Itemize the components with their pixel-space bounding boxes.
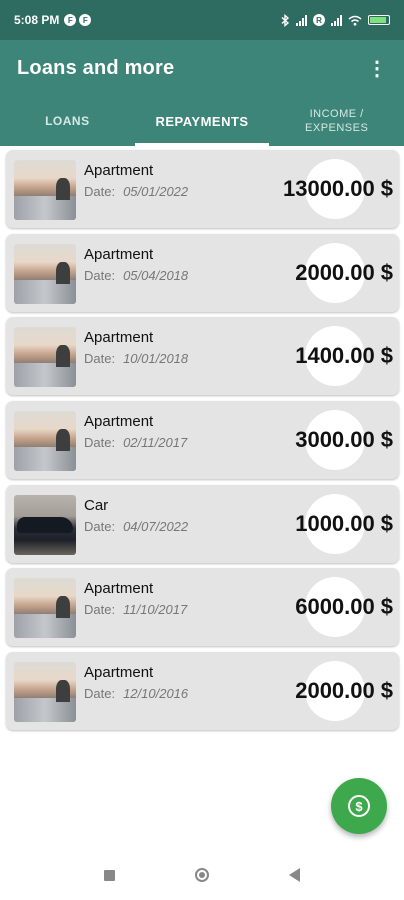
item-amount: 3000.00 $ — [295, 427, 393, 453]
signal-icon — [296, 14, 307, 26]
tab-bar: LOANS REPAYMENTS INCOME / EXPENSES — [0, 96, 404, 146]
item-amount: 13000.00 $ — [282, 176, 393, 201]
tab-loans-label: LOANS — [45, 114, 90, 128]
battery-icon — [368, 15, 390, 25]
home-icon[interactable] — [195, 868, 209, 882]
item-amount: 1000.00 $ — [295, 510, 393, 536]
item-amount: 6000.00 $ — [295, 594, 393, 620]
notification-icons: F F — [64, 14, 92, 26]
app-title: Loans and more — [17, 56, 175, 79]
repayment-card[interactable]: Apartment Date: 05/01/2022 13000.00 $ — [6, 150, 399, 228]
notification-f-icon: F — [79, 14, 92, 26]
item-date: Date: 02/11/2017 — [84, 435, 188, 451]
apartment-thumbnail — [14, 160, 76, 220]
overflow-menu-icon[interactable]: ⋮ — [367, 56, 387, 81]
repayment-card[interactable]: Apartment Date: 12/10/2016 2000.00 $ — [6, 652, 399, 731]
item-date: Date: 05/04/2018 — [84, 267, 189, 283]
tab-income-expenses-label: INCOME / EXPENSES — [305, 108, 369, 134]
item-name: Apartment — [84, 413, 154, 431]
dollar-icon: $ — [348, 795, 370, 817]
signal-icon — [331, 14, 342, 26]
item-amount: 1400.00 $ — [295, 343, 393, 369]
item-amount: 2000.00 $ — [295, 259, 393, 285]
item-name: Apartment — [84, 664, 154, 682]
repayment-card[interactable]: Apartment Date: 11/10/2017 6000.00 $ — [6, 568, 399, 647]
tab-income-expenses[interactable]: INCOME / EXPENSES — [269, 96, 404, 146]
apartment-thumbnail — [14, 411, 76, 472]
system-nav-bar — [0, 850, 404, 900]
item-name: Apartment — [84, 329, 154, 347]
wifi-icon — [348, 15, 362, 26]
tab-loans[interactable]: LOANS — [0, 96, 135, 146]
apartment-thumbnail — [14, 662, 76, 723]
item-date: Date: 05/01/2022 — [84, 184, 189, 199]
item-date: Date: 12/10/2016 — [84, 686, 189, 702]
apartment-thumbnail — [14, 327, 76, 388]
repayment-card[interactable]: Apartment Date: 10/01/2018 1400.00 $ — [6, 317, 399, 396]
r-icon: R — [313, 14, 325, 26]
car-thumbnail — [14, 494, 76, 555]
repayment-card[interactable]: Car Date: 04/07/2022 1000.00 $ — [6, 484, 399, 563]
repayment-card[interactable]: Apartment Date: 05/04/2018 2000.00 $ — [6, 233, 399, 312]
recents-icon[interactable] — [104, 869, 115, 881]
notification-f-icon: F — [64, 14, 77, 26]
add-repayment-button[interactable]: $ — [331, 778, 387, 834]
status-time: 5:08 PM — [14, 13, 60, 27]
repayment-list: Apartment Date: 05/01/2022 13000.00 $ Apar… — [6, 150, 399, 736]
item-name: Apartment — [84, 580, 154, 598]
item-amount: 2000.00 $ — [295, 678, 393, 704]
back-icon[interactable] — [289, 868, 300, 882]
apartment-thumbnail — [14, 243, 76, 304]
apartment-thumbnail — [14, 578, 76, 639]
repayment-card[interactable]: Apartment Date: 02/11/2017 3000.00 $ — [6, 401, 399, 480]
item-name: Car — [84, 496, 109, 514]
system-icons: R — [281, 13, 390, 27]
item-name: Apartment — [84, 245, 154, 263]
item-date: Date: 11/10/2017 — [84, 602, 188, 618]
item-date: Date: 10/01/2018 — [84, 351, 189, 367]
item-name: Apartment — [84, 162, 154, 179]
tab-repayments[interactable]: REPAYMENTS — [134, 96, 270, 146]
item-date: Date: 04/07/2022 — [84, 518, 189, 534]
tab-repayments-label: REPAYMENTS — [155, 113, 249, 129]
app-bar: Loans and more ⋮ — [0, 40, 404, 96]
bluetooth-icon — [281, 13, 290, 27]
status-bar: 5:08 PM F F R — [0, 0, 404, 40]
